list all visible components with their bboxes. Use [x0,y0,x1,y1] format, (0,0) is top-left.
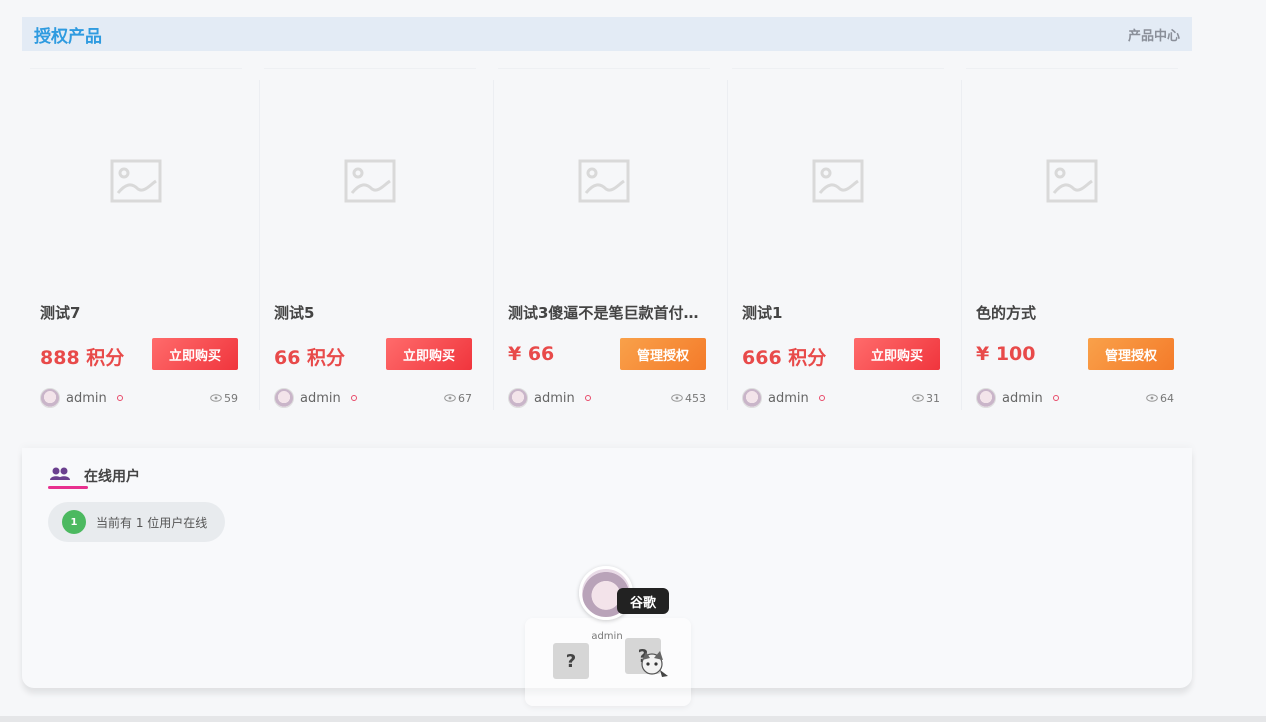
author-name[interactable]: admin [66,391,107,406]
product-thumbnail[interactable] [966,68,1178,293]
status-dot-icon [350,395,357,401]
online-user-name[interactable]: admin [589,631,625,642]
product-card[interactable]: 测试5 66 积分 立即购买 admin 67 [259,68,476,418]
view-count-value: 67 [458,391,472,405]
product-price: 66 积分 [274,347,346,369]
author-name[interactable]: admin [300,391,341,406]
product-price: ¥ 66 [508,343,555,365]
unknown-item-icon[interactable]: ? [553,643,589,679]
view-count-value: 64 [1160,391,1174,405]
image-placeholder-icon [578,159,630,202]
section-title: 授权产品 [34,26,102,47]
author-name[interactable]: admin [768,391,809,406]
author-avatar[interactable] [508,388,528,408]
eye-icon [912,394,924,402]
view-count: 31 [912,392,940,405]
product-card[interactable]: 色的方式 ¥ 100 管理授权 admin 64 [961,68,1178,418]
eye-icon [1146,394,1158,402]
author-avatar[interactable] [40,388,60,408]
product-title[interactable]: 色的方式 [976,302,1176,323]
online-count-pill: 1 当前有 1 位用户在线 [48,502,225,542]
author-avatar[interactable] [976,388,996,408]
image-placeholder-icon [344,159,396,202]
buy-now-button[interactable]: 立即购买 [152,338,238,370]
product-meta: admin 59 [40,388,238,408]
status-dot-icon [584,395,591,401]
status-dot-icon [1052,395,1059,401]
mascot-cursor-icon [641,651,668,677]
manage-license-button[interactable]: 管理授权 [1088,338,1174,370]
eye-icon [444,394,456,402]
view-count: 67 [444,392,472,405]
bottom-bar [0,716,1266,722]
author-name[interactable]: admin [534,391,575,406]
product-price: ¥ 100 [976,343,1036,365]
author-avatar[interactable] [274,388,294,408]
product-thumbnail[interactable] [498,68,710,293]
product-thumbnail[interactable] [264,68,476,293]
title-underline [48,486,88,489]
product-meta: admin 64 [976,388,1174,408]
author-name[interactable]: admin [1002,391,1043,406]
status-dot-icon [116,395,123,401]
online-count-text: 当前有 1 位用户在线 [96,515,208,530]
users-icon [50,466,70,486]
product-card[interactable]: 测试3傻逼不是笔巨款首付低调 ¥ 66 管理授权 admin 453 [493,68,710,418]
product-center-link[interactable]: 产品中心 [1128,25,1180,44]
product-meta: admin 453 [508,388,706,408]
product-thumbnail[interactable] [732,68,944,293]
product-title[interactable]: 测试5 [274,302,474,323]
view-count: 64 [1146,392,1174,405]
product-price: 666 积分 [742,347,827,369]
status-dot-icon [818,395,825,401]
product-title[interactable]: 测试1 [742,302,942,323]
eye-icon [671,394,683,402]
view-count: 59 [210,392,238,405]
eye-icon [210,394,222,402]
buy-now-button[interactable]: 立即购买 [386,338,472,370]
product-meta: admin 67 [274,388,472,408]
product-title[interactable]: 测试7 [40,302,240,323]
section-header: 授权产品 产品中心 [22,17,1192,51]
online-users-header: 在线用户 [50,466,140,486]
manage-license-button[interactable]: 管理授权 [620,338,706,370]
online-users-title: 在线用户 [84,469,140,485]
product-card[interactable]: 测试1 666 积分 立即购买 admin 31 [727,68,944,418]
view-count-value: 31 [926,391,940,405]
product-card[interactable]: 测试7 888 积分 立即购买 admin 59 [30,68,242,418]
view-count: 453 [671,392,706,405]
browser-tooltip: 谷歌 [617,588,669,614]
buy-now-button[interactable]: 立即购买 [854,338,940,370]
product-meta: admin 31 [742,388,940,408]
view-count-value: 59 [224,391,238,405]
product-price: 888 积分 [40,347,125,369]
online-count-badge: 1 [62,510,86,534]
product-title[interactable]: 测试3傻逼不是笔巨款首付低调 [508,302,708,323]
image-placeholder-icon [110,159,162,202]
view-count-value: 453 [685,391,706,405]
image-placeholder-icon [1046,159,1098,202]
image-placeholder-icon [812,159,864,202]
product-thumbnail[interactable] [30,68,242,293]
author-avatar[interactable] [742,388,762,408]
